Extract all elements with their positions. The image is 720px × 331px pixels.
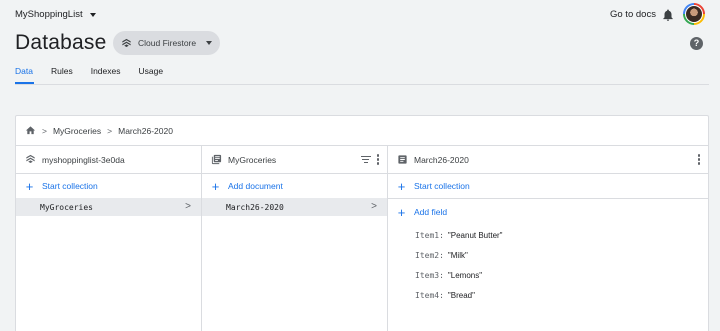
- chevron-right-icon: >: [107, 125, 113, 136]
- collection-column: MyGroceries + Add document March26-2020 …: [202, 146, 388, 331]
- list-item[interactable]: MyGroceries >: [16, 198, 201, 216]
- chevron-right-icon: >: [185, 201, 191, 212]
- document-column-title: March26-2020: [414, 154, 469, 165]
- field-value: "Milk": [447, 250, 468, 260]
- add-field-button[interactable]: + Add field: [388, 199, 708, 225]
- more-vert-icon[interactable]: [376, 154, 379, 165]
- collection-column-title: MyGroceries: [228, 154, 277, 165]
- add-icon: +: [397, 178, 406, 194]
- database-selector[interactable]: Cloud Firestore: [113, 31, 220, 55]
- field-row[interactable]: Item3: "Lemons": [388, 265, 708, 285]
- document-name: March26-2020: [226, 202, 284, 212]
- tab-rules[interactable]: Rules: [51, 66, 73, 82]
- document-icon: [398, 155, 407, 164]
- field-key: Item3: [415, 270, 440, 280]
- add-icon: +: [211, 178, 220, 194]
- collection-name: MyGroceries: [40, 202, 93, 212]
- field-row[interactable]: Item1: "Peanut Butter": [388, 225, 708, 245]
- page-title: Database: [15, 31, 107, 54]
- collection-header-actions: [360, 154, 379, 165]
- firestore-icon: [122, 38, 131, 47]
- document-header-actions: [697, 154, 700, 165]
- document-column: March26-2020 + Start collection + Add fi…: [388, 146, 708, 331]
- field-value: "Lemons": [447, 270, 483, 280]
- start-subcollection-button[interactable]: + Start collection: [388, 174, 708, 198]
- root-column-header: myshoppinglist-3e0da: [16, 146, 201, 174]
- bell-icon[interactable]: [661, 8, 675, 22]
- document-column-header: March26-2020: [388, 146, 708, 174]
- root-column-title: myshoppinglist-3e0da: [42, 154, 125, 165]
- tab-indexes[interactable]: Indexes: [91, 66, 121, 82]
- tab-bar: Data Rules Indexes Usage: [15, 66, 181, 82]
- add-document-button[interactable]: + Add document: [202, 174, 387, 198]
- chevron-right-icon: >: [42, 125, 47, 136]
- field-value: "Peanut Butter": [447, 230, 503, 240]
- field-value: "Bread": [447, 290, 475, 300]
- chevron-down-icon: [89, 12, 96, 17]
- data-viewer-panel: > MyGroceries > March26-2020 myshoppingl…: [15, 115, 709, 331]
- chevron-down-icon: [206, 41, 213, 45]
- firestore-icon: [26, 154, 35, 163]
- top-bar: MyShoppingList Go to docs: [0, 0, 720, 30]
- filter-icon[interactable]: [360, 155, 371, 163]
- tab-usage[interactable]: Usage: [138, 66, 163, 82]
- tab-data[interactable]: Data: [15, 66, 33, 82]
- database-selector-label: Cloud Firestore: [138, 38, 197, 48]
- add-icon: +: [25, 178, 34, 194]
- start-collection-label: Start collection: [42, 181, 98, 191]
- start-subcollection-label: Start collection: [414, 181, 470, 191]
- collection-icon: [211, 154, 222, 165]
- add-document-label: Add document: [228, 181, 283, 191]
- tabs-divider: [15, 84, 709, 85]
- breadcrumb: > MyGroceries > March26-2020: [16, 116, 708, 146]
- chevron-right-icon: >: [371, 201, 377, 212]
- go-to-docs-link[interactable]: Go to docs: [610, 9, 656, 20]
- breadcrumb-item-collection[interactable]: MyGroceries: [53, 126, 101, 136]
- field-key: Item1: [415, 230, 440, 240]
- breadcrumb-item-document[interactable]: March26-2020: [118, 126, 173, 136]
- add-field-label: Add field: [414, 207, 448, 217]
- field-row[interactable]: Item2: "Milk": [388, 245, 708, 265]
- collection-column-header: MyGroceries: [202, 146, 387, 174]
- more-vert-icon[interactable]: [697, 154, 700, 165]
- list-item[interactable]: March26-2020 >: [202, 198, 387, 216]
- field-row[interactable]: Item4: "Bread": [388, 285, 708, 305]
- avatar[interactable]: [683, 3, 705, 25]
- add-icon: +: [397, 204, 406, 220]
- project-selector[interactable]: MyShoppingList: [15, 9, 96, 20]
- start-collection-button[interactable]: + Start collection: [16, 174, 201, 198]
- help-icon[interactable]: ?: [690, 37, 703, 50]
- root-column: myshoppinglist-3e0da + Start collection …: [16, 146, 202, 331]
- field-key: Item4: [415, 290, 440, 300]
- field-key: Item2: [415, 250, 440, 260]
- home-icon[interactable]: [25, 125, 36, 136]
- project-name: MyShoppingList: [15, 9, 83, 20]
